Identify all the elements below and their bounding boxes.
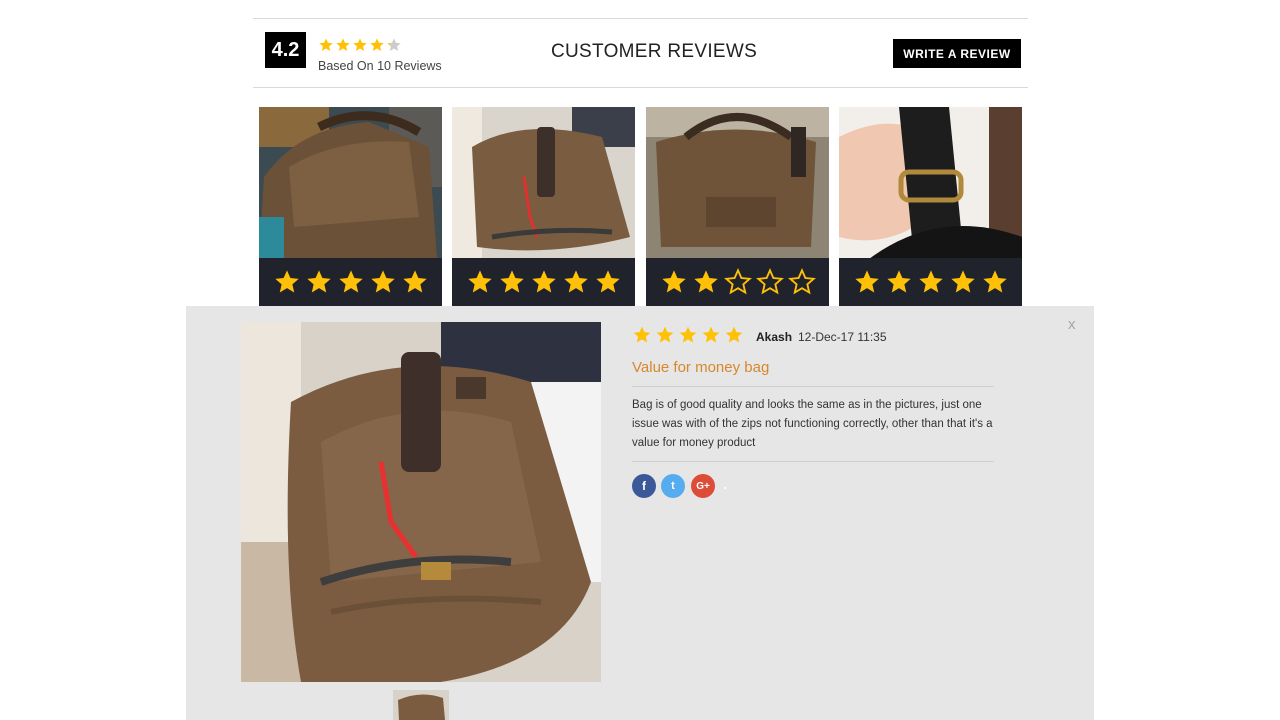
star-icon bbox=[595, 270, 620, 293]
star-icon bbox=[531, 270, 556, 293]
star-icon bbox=[499, 270, 524, 293]
star-icon bbox=[370, 38, 384, 51]
close-icon[interactable]: x bbox=[1068, 316, 1076, 333]
bag-photo-2 bbox=[452, 107, 635, 259]
star-icon bbox=[306, 270, 331, 293]
thumbnail-1-stars bbox=[259, 258, 442, 306]
star-icon bbox=[338, 270, 363, 293]
star-icon bbox=[679, 326, 697, 343]
bag-photo-3 bbox=[646, 107, 829, 259]
star-icon bbox=[725, 326, 743, 343]
star-icon bbox=[319, 38, 333, 51]
star-icon bbox=[336, 38, 350, 51]
facebook-icon[interactable]: f bbox=[632, 474, 656, 498]
review-thumbnail-2[interactable] bbox=[452, 107, 635, 306]
review-title: Value for money bag bbox=[632, 359, 770, 376]
star-icon bbox=[633, 326, 651, 343]
star-icon bbox=[886, 270, 911, 293]
reviewer-name: Akash bbox=[756, 330, 793, 344]
bag-photo-4 bbox=[839, 107, 1022, 259]
star-icon bbox=[723, 268, 752, 295]
review-divider-bottom bbox=[632, 461, 994, 462]
star-icon bbox=[387, 38, 401, 51]
write-review-button[interactable]: WRITE A REVIEW bbox=[893, 39, 1021, 68]
review-thumbnail-1[interactable] bbox=[259, 107, 442, 306]
average-rating-stars bbox=[318, 37, 402, 53]
star-icon bbox=[656, 326, 674, 343]
average-score-badge: 4.2 bbox=[265, 32, 306, 68]
star-icon bbox=[702, 326, 720, 343]
google-plus-icon[interactable]: G+ bbox=[691, 474, 715, 498]
share-separator bbox=[724, 487, 726, 489]
bag-photo-1 bbox=[259, 107, 442, 259]
thumbnail-2-stars bbox=[452, 258, 635, 306]
review-body: Bag is of good quality and looks the sam… bbox=[632, 399, 993, 449]
review-rating-stars bbox=[632, 325, 744, 345]
review-thumbnail-4[interactable] bbox=[839, 107, 1022, 306]
star-icon bbox=[918, 270, 943, 293]
modal-thumbnail[interactable] bbox=[393, 690, 449, 720]
review-divider-top bbox=[632, 386, 994, 387]
thumbnail-3-stars bbox=[646, 258, 829, 306]
star-icon bbox=[402, 270, 427, 293]
star-icon bbox=[353, 38, 367, 51]
star-icon bbox=[274, 270, 299, 293]
star-icon bbox=[370, 270, 395, 293]
star-icon bbox=[982, 270, 1007, 293]
star-icon bbox=[755, 268, 784, 295]
header-bottom-divider bbox=[253, 87, 1028, 88]
thumbnail-4-stars bbox=[839, 258, 1022, 306]
star-icon bbox=[787, 268, 816, 295]
star-icon bbox=[661, 270, 686, 293]
twitter-icon[interactable]: t bbox=[661, 474, 685, 498]
star-icon bbox=[563, 270, 588, 293]
review-date: 12-Dec-17 11:35 bbox=[798, 330, 887, 344]
review-thumbnail-3[interactable] bbox=[646, 107, 829, 306]
star-icon bbox=[693, 270, 718, 293]
header-top-divider bbox=[253, 18, 1028, 19]
review-main-photo bbox=[241, 322, 601, 682]
star-icon bbox=[854, 270, 879, 293]
based-on-count: Based On 10 Reviews bbox=[318, 59, 442, 73]
star-icon bbox=[467, 270, 492, 293]
star-icon bbox=[950, 270, 975, 293]
page-title: CUSTOMER REVIEWS bbox=[551, 41, 758, 62]
